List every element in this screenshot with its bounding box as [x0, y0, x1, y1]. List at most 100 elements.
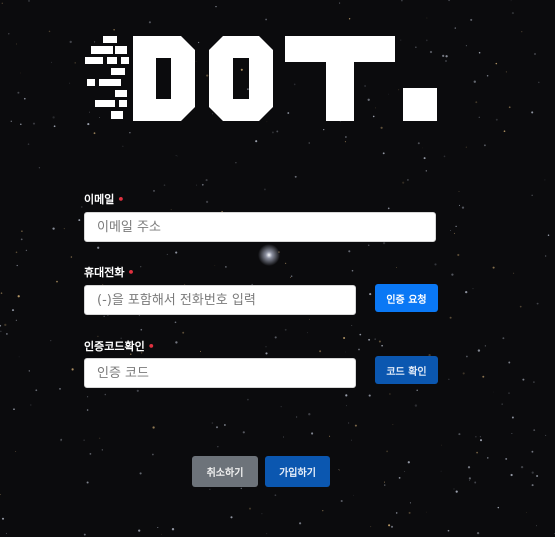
star [175, 341, 178, 344]
star [505, 457, 508, 460]
star [478, 51, 481, 54]
star [51, 61, 53, 63]
email-input[interactable] [84, 212, 436, 242]
star [32, 122, 36, 125]
star [290, 275, 293, 278]
star [521, 31, 523, 33]
star [378, 340, 381, 343]
star [468, 477, 471, 480]
star [265, 346, 267, 348]
star [457, 253, 460, 257]
star [56, 280, 58, 283]
star [323, 128, 325, 131]
star [0, 330, 2, 332]
logo-pixel [111, 111, 123, 119]
request-verification-button[interactable]: 인증 요청 [375, 284, 438, 312]
star [53, 125, 56, 128]
star [340, 499, 343, 503]
logo-pixel [121, 57, 129, 64]
star [492, 266, 495, 269]
logo-pixel [107, 57, 117, 64]
star [538, 81, 540, 84]
star [408, 511, 411, 514]
star [501, 403, 503, 405]
required-mark: • [117, 193, 125, 206]
star [453, 232, 455, 234]
verify-code-button[interactable]: 코드 확인 [375, 356, 438, 384]
star [15, 319, 17, 321]
star [533, 429, 536, 431]
star [406, 178, 409, 181]
star [374, 338, 376, 340]
star [177, 155, 178, 157]
logo-pixel [115, 46, 127, 54]
star [508, 361, 511, 364]
star [474, 481, 477, 484]
star [451, 273, 454, 276]
star [380, 126, 383, 129]
star [369, 293, 372, 296]
star [454, 27, 456, 29]
star [30, 404, 32, 406]
star [139, 472, 142, 475]
star [27, 143, 30, 145]
star [445, 60, 447, 62]
phone-input[interactable] [84, 285, 356, 315]
star [20, 238, 23, 241]
star [59, 387, 61, 390]
star [63, 228, 65, 230]
star [0, 292, 3, 294]
star [470, 18, 473, 21]
verification-code-input[interactable] [84, 358, 356, 388]
star [338, 469, 340, 471]
star [388, 524, 391, 527]
star [319, 350, 322, 353]
star [74, 62, 76, 64]
signup-button[interactable]: 가입하기 [265, 456, 330, 487]
star [407, 461, 410, 464]
cancel-button[interactable]: 취소하기 [192, 456, 258, 487]
star [242, 431, 245, 434]
star [97, 335, 99, 338]
email-label: 이메일 • [84, 193, 125, 206]
star [166, 253, 168, 255]
star [271, 131, 274, 134]
star [345, 351, 347, 353]
star [284, 328, 287, 331]
star [5, 532, 7, 534]
star [104, 393, 107, 396]
star [20, 72, 21, 74]
star [136, 389, 139, 392]
star [526, 512, 527, 514]
star [171, 528, 175, 531]
star [86, 481, 89, 484]
star [138, 529, 141, 532]
star [533, 52, 537, 56]
star [441, 444, 442, 446]
star [502, 337, 505, 340]
required-mark: • [147, 340, 155, 353]
star [359, 333, 362, 336]
star [367, 244, 370, 247]
star [4, 323, 7, 327]
star [508, 392, 510, 394]
star [224, 424, 226, 426]
star [10, 120, 13, 123]
star [495, 118, 498, 121]
star [477, 349, 481, 352]
star [497, 506, 500, 509]
star [476, 451, 478, 454]
star [422, 147, 423, 149]
star [519, 305, 522, 308]
star [486, 74, 489, 77]
star [483, 144, 486, 147]
logo-pixel [99, 79, 121, 86]
star [87, 396, 89, 398]
star [381, 344, 383, 347]
star [83, 533, 86, 536]
star [170, 209, 172, 211]
star [467, 466, 471, 469]
star [434, 263, 437, 266]
star [531, 194, 533, 196]
star [152, 189, 156, 192]
